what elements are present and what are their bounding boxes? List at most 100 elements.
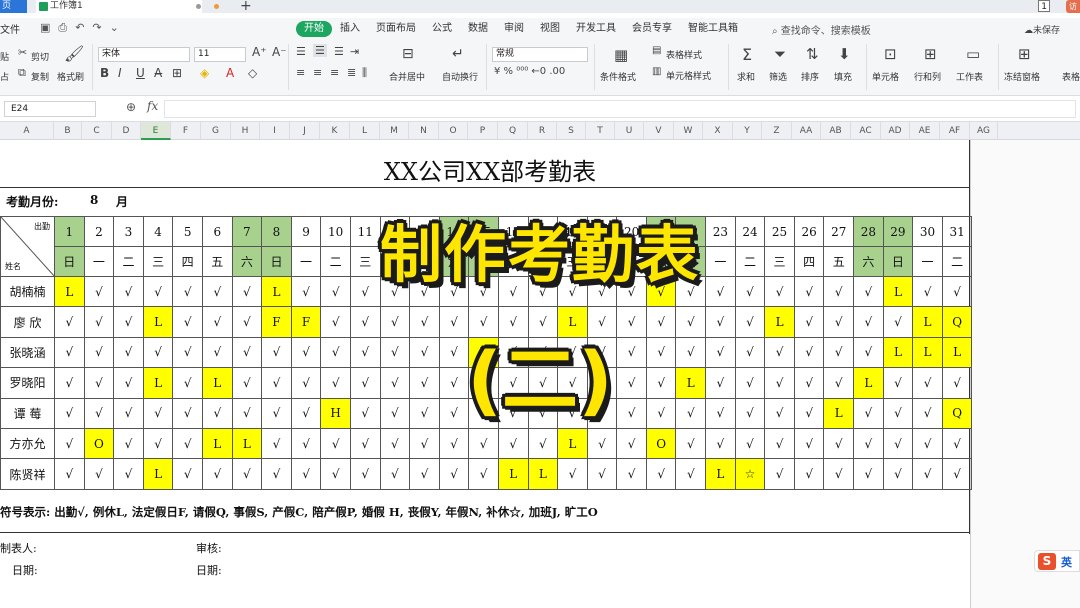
column-header-b[interactable]: B [54,122,82,140]
day-number-cell[interactable]: 7 [231,216,263,247]
attendance-cell[interactable]: √ [172,427,203,460]
attendance-cell[interactable]: L [142,306,174,338]
cut-button[interactable]: 剪切 [31,50,49,63]
attendance-cell[interactable]: √ [764,336,795,369]
attendance-cell[interactable]: √ [201,306,233,338]
attendance-cell[interactable]: √ [172,306,203,338]
attendance-cell[interactable]: √ [645,397,677,429]
month-value[interactable]: 8 [90,193,98,207]
home-tab[interactable]: 页 [0,0,27,13]
table-style-icon[interactable]: ▤ [652,45,661,56]
attendance-cell[interactable]: √ [853,336,884,369]
attendance-cell[interactable]: √ [54,427,85,460]
weekday-cell[interactable]: 一 [912,246,943,277]
day-number-cell[interactable]: 25 [764,216,795,247]
attendance-cell[interactable]: L [54,275,85,308]
italic-icon[interactable]: I [118,66,122,80]
attendance-cell[interactable]: √ [882,427,914,460]
date-label-2[interactable]: 日期: [196,562,222,578]
attendance-cell[interactable]: √ [912,275,943,308]
column-header-l[interactable]: L [350,122,380,140]
attendance-cell[interactable]: √ [645,306,677,338]
attendance-cell[interactable]: O [645,427,677,460]
attendance-cell[interactable]: Q [941,397,973,429]
format-painter-button[interactable]: 格式刷 [57,70,84,83]
weekday-cell[interactable]: 五 [823,246,855,277]
attendance-cell[interactable]: √ [379,367,411,399]
attendance-cell[interactable]: √ [409,458,440,490]
attendance-cell[interactable]: L [201,427,233,460]
tab-2[interactable]: 页面布局 [368,21,424,37]
attendance-cell[interactable]: √ [320,367,351,399]
attendance-cell[interactable]: √ [853,458,884,490]
weekday-cell[interactable]: 三 [142,246,174,277]
attendance-cell[interactable]: √ [261,336,292,369]
attendance-cell[interactable]: √ [764,367,795,399]
attendance-cell[interactable]: √ [172,336,203,369]
sheet-title[interactable]: XX公司XX部考勤表 [330,152,650,187]
attendance-cell[interactable]: √ [54,458,85,490]
align-center-icon[interactable]: ≡ [313,66,322,79]
table-more-button[interactable]: 表格 [1062,70,1080,83]
attendance-cell[interactable]: √ [912,367,943,399]
attendance-cell[interactable]: √ [113,275,144,308]
column-header-n[interactable]: N [409,122,439,140]
attendance-cell[interactable]: L [261,275,292,308]
month-unit[interactable]: 月 [116,193,128,210]
day-number-cell[interactable]: 10 [320,216,351,247]
row-col-icon[interactable]: ⊞ [924,45,937,63]
column-header-g[interactable]: G [201,122,231,140]
attendance-cell[interactable]: L [201,367,233,399]
align-right-icon[interactable]: ≡ [330,66,339,79]
wrap-text-button[interactable]: 自动换行 [442,70,478,83]
attendance-cell[interactable]: √ [468,458,499,490]
tab-9[interactable]: 智能工具箱 [680,21,746,37]
day-number-cell[interactable]: 1 [54,216,85,247]
tab-0[interactable]: 开始 [296,21,332,37]
weekday-cell[interactable]: 六 [853,246,884,277]
attendance-cell[interactable]: L [527,458,559,490]
column-header-s[interactable]: S [557,122,586,140]
header-diagonal-cell[interactable]: 出勤 姓名 [0,216,55,277]
cell-style-button[interactable]: 单元格样式 [666,69,711,82]
attendance-cell[interactable]: √ [142,397,174,429]
column-header-z[interactable]: Z [762,122,792,140]
copy-button[interactable]: 复制 [31,70,49,83]
attendance-cell[interactable]: L [823,397,855,429]
day-number-cell[interactable]: 27 [823,216,855,247]
name-box[interactable]: E24 [4,101,96,117]
attendance-cell[interactable]: √ [557,458,588,490]
day-number-cell[interactable]: 3 [113,216,144,247]
attendance-cell[interactable]: √ [113,306,144,338]
column-header-m[interactable]: M [380,122,409,140]
user-avatar[interactable]: 访 [1066,0,1080,13]
weekday-cell[interactable]: 日 [882,246,914,277]
attendance-cell[interactable]: √ [349,336,381,369]
attendance-cell[interactable]: √ [882,397,914,429]
day-number-cell[interactable]: 2 [83,216,115,247]
attendance-cell[interactable]: L [142,458,174,490]
attendance-cell[interactable]: √ [142,336,174,369]
attendance-cell[interactable]: √ [231,458,263,490]
attendance-cell[interactable]: √ [261,367,292,399]
column-header-p[interactable]: P [468,122,498,140]
attendance-cell[interactable]: √ [379,458,411,490]
strikethrough-icon[interactable]: A̶ [154,66,162,80]
tab-4[interactable]: 数据 [460,21,496,37]
attendance-cell[interactable]: √ [882,306,914,338]
attendance-cell[interactable]: √ [527,427,559,460]
attendance-cell[interactable]: √ [675,336,707,369]
weekday-cell[interactable]: 四 [172,246,203,277]
column-header-c[interactable]: C [82,122,112,140]
attendance-cell[interactable]: √ [231,367,263,399]
attendance-cell[interactable]: √ [83,367,115,399]
column-header-j[interactable]: J [290,122,320,140]
attendance-cell[interactable]: L [675,367,707,399]
worksheet-button[interactable]: 工作表 [956,70,983,83]
attendance-cell[interactable]: √ [231,336,263,369]
column-header-af[interactable]: AF [940,122,970,140]
column-header-v[interactable]: V [644,122,674,140]
attendance-cell[interactable]: √ [379,427,411,460]
employee-name-cell[interactable]: 胡楠楠 [0,275,55,308]
attendance-cell[interactable]: √ [734,427,766,460]
